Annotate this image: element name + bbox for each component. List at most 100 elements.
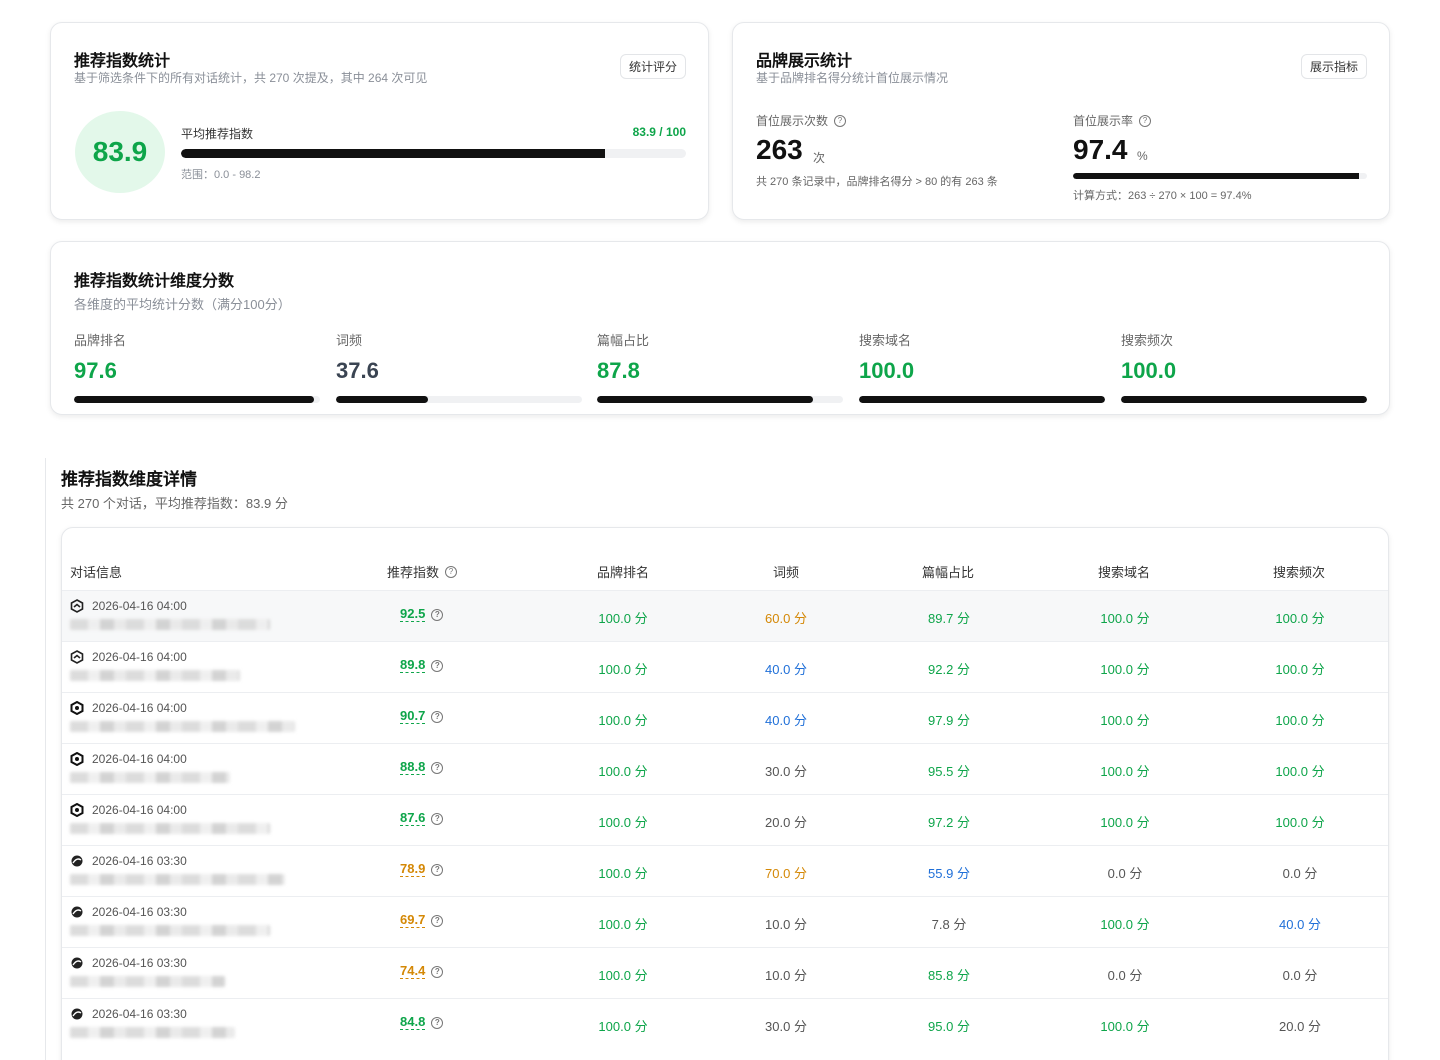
dimension-score-cell: 10.0 分: [765, 917, 807, 932]
dimension-score-cell: 85.8 分: [928, 968, 970, 983]
col-header-search-freq[interactable]: 搜索频次: [1273, 562, 1325, 581]
recommend-score: 87.6: [400, 810, 426, 826]
dimension-bar-fill: [336, 396, 429, 403]
dimension-score-cell: 100.0 分: [1275, 815, 1325, 830]
dimension-scores-card: 推荐指数统计维度分数 各维度的平均统计分数（满分100分） 品牌排名 97.6 词频…: [50, 241, 1390, 415]
help-icon[interactable]: ?: [431, 608, 444, 621]
recommend-score-cell[interactable]: 92.5?: [400, 607, 444, 622]
col-header-info[interactable]: 对话信息: [70, 562, 122, 581]
col-header-brand-rank[interactable]: 品牌排名: [597, 562, 649, 581]
conversation-time: 2026-04-16 04:00: [92, 752, 187, 766]
help-icon[interactable]: ?: [431, 812, 444, 825]
dimension-score-cell: 92.2 分: [928, 662, 970, 677]
dimension-score-cell: 100.0 分: [1100, 917, 1150, 932]
dimension-score-cell: 100.0 分: [598, 1019, 648, 1034]
cube-icon: [70, 650, 84, 664]
avg-index-value: 83.9 / 100: [632, 125, 686, 139]
dimension-score-cell: 95.0 分: [928, 1019, 970, 1034]
dimension-score-cell: 100.0 分: [1275, 713, 1325, 728]
stats-score-tag[interactable]: 统计评分: [619, 54, 686, 79]
card-subtitle: 基于品牌排名得分统计首位展示情况: [756, 71, 949, 85]
recommend-score-cell[interactable]: 88.8?: [400, 759, 444, 775]
conversation-info: 2026-04-16 04:00: [70, 599, 187, 613]
recommend-score: 88.8: [400, 759, 426, 775]
help-icon[interactable]: ?: [431, 914, 444, 927]
table-row[interactable]: 2026-04-16 04:00 90.7? 100.0 分 40.0 分 97.9 分…: [62, 692, 1388, 743]
rate-note: 计算方式：263 ÷ 270 × 100 = 97.4%: [1073, 190, 1252, 202]
table-row[interactable]: 2026-04-16 04:00 87.6? 100.0 分 20.0 分 97.2 分…: [62, 794, 1388, 845]
hex-icon: [70, 752, 84, 766]
help-icon[interactable]: ?: [431, 761, 444, 774]
dimension-value: 87.8: [597, 358, 640, 383]
col-header-text: 词频: [773, 565, 800, 580]
score-circle: 83.9: [75, 111, 165, 193]
blurred-question: [70, 823, 270, 834]
recommend-score-cell[interactable]: 84.8?: [400, 1014, 444, 1030]
dimension-score-cell: 40.0 分: [765, 662, 807, 677]
help-icon[interactable]: ?: [834, 114, 847, 127]
help-icon[interactable]: ?: [445, 565, 458, 578]
dimension-item: 词频 37.6: [336, 330, 582, 403]
recommend-score-cell[interactable]: 87.6?: [400, 810, 444, 826]
recommend-score-cell[interactable]: 89.8?: [400, 658, 444, 673]
first-display-rate: 97.4: [1073, 134, 1128, 165]
conversation-time: 2026-04-16 04:00: [92, 650, 187, 664]
dimension-score-cell: 55.9 分: [928, 866, 970, 881]
hex-icon: [70, 803, 84, 817]
recommend-score-cell[interactable]: 69.7?: [400, 913, 444, 928]
hex-icon: [70, 701, 84, 715]
blurred-question: [70, 976, 225, 987]
dimension-score-cell: 100.0 分: [598, 866, 648, 881]
table-row[interactable]: 2026-04-16 03:30 74.4? 100.0 分 10.0 分 85.8 分…: [62, 947, 1388, 998]
table-row[interactable]: 2026-04-16 04:00 92.5? 100.0 分 60.0 分 89.7 分…: [62, 590, 1388, 641]
card-subtitle: 各维度的平均统计分数（满分100分）: [74, 297, 291, 312]
help-icon[interactable]: ?: [431, 965, 444, 978]
dimension-score-cell: 100.0 分: [1100, 1019, 1150, 1034]
conversation-info: 2026-04-16 04:00: [70, 752, 187, 766]
recommend-score-cell[interactable]: 90.7?: [400, 709, 444, 724]
swirl-icon: [70, 956, 84, 970]
dimension-bar: [859, 396, 1105, 403]
help-icon[interactable]: ?: [431, 710, 444, 723]
table-row[interactable]: 2026-04-16 04:00 88.8? 100.0 分 30.0 分 95.5 分…: [62, 743, 1388, 794]
dimension-score-cell: 20.0 分: [1279, 1019, 1321, 1034]
first-display-count: 263: [756, 134, 803, 165]
dimension-score-cell: 30.0 分: [765, 764, 807, 779]
dimension-item: 篇幅占比 87.8: [597, 330, 843, 403]
col-header-score[interactable]: 推荐指数?: [387, 562, 458, 581]
table-row[interactable]: 2026-04-16 03:30 78.9? 100.0 分 70.0 分 55.9 分…: [62, 845, 1388, 896]
col-header-search-domain[interactable]: 搜索域名: [1098, 562, 1150, 581]
dimension-score-cell: 10.0 分: [765, 968, 807, 983]
swirl-icon: [70, 854, 84, 868]
recommend-score-cell[interactable]: 78.9?: [400, 862, 444, 877]
dimension-score-cell: 100.0 分: [1100, 713, 1150, 728]
recommend-score: 84.8: [400, 1014, 426, 1030]
dimension-score-cell: 89.7 分: [928, 611, 970, 626]
dimension-score-cell: 95.5 分: [928, 764, 970, 779]
dimension-bar: [336, 396, 582, 403]
help-icon[interactable]: ?: [431, 1016, 444, 1029]
detail-table: 对话信息 推荐指数? 品牌排名 词频 篇幅占比 搜索域名 搜索频次 2026-0…: [61, 527, 1389, 1060]
metric-label-text: 首位展示率: [1073, 114, 1134, 128]
count-note: 共 270 条记录中，品牌排名得分 > 80 的有 263 条: [756, 176, 998, 188]
help-icon[interactable]: ?: [431, 863, 444, 876]
conversation-time: 2026-04-16 04:00: [92, 599, 187, 613]
col-header-word-freq[interactable]: 词频: [773, 562, 799, 581]
table-row[interactable]: 2026-04-16 03:30 84.8? 100.0 分 30.0 分 95.0 分…: [62, 998, 1388, 1049]
dimension-score-cell: 40.0 分: [1279, 917, 1321, 932]
dimension-score-cell: 100.0 分: [598, 968, 648, 983]
dimension-score-cell: 40.0 分: [765, 713, 807, 728]
recommend-score-cell[interactable]: 74.4?: [400, 964, 444, 979]
recommendation-stats-card: 推荐指数统计 基于筛选条件下的所有对话统计，共 270 次提及，其中 264 次…: [50, 22, 709, 220]
col-header-text: 篇幅占比: [922, 565, 975, 580]
col-header-length-ratio[interactable]: 篇幅占比: [922, 562, 974, 581]
conversation-time: 2026-04-16 04:00: [92, 803, 187, 817]
help-icon[interactable]: ?: [1139, 114, 1152, 127]
dimension-score-cell: 70.0 分: [765, 866, 807, 881]
table-row[interactable]: 2026-04-16 04:00 89.8? 100.0 分 40.0 分 92.2 分…: [62, 641, 1388, 692]
help-icon[interactable]: ?: [431, 659, 444, 672]
dimension-bar-fill: [859, 396, 1105, 403]
display-metric-tag[interactable]: 展示指标: [1300, 54, 1367, 79]
avg-index-bar: [181, 149, 686, 158]
table-row[interactable]: 2026-04-16 03:30 69.7? 100.0 分 10.0 分 7.8 分 1…: [62, 896, 1388, 947]
